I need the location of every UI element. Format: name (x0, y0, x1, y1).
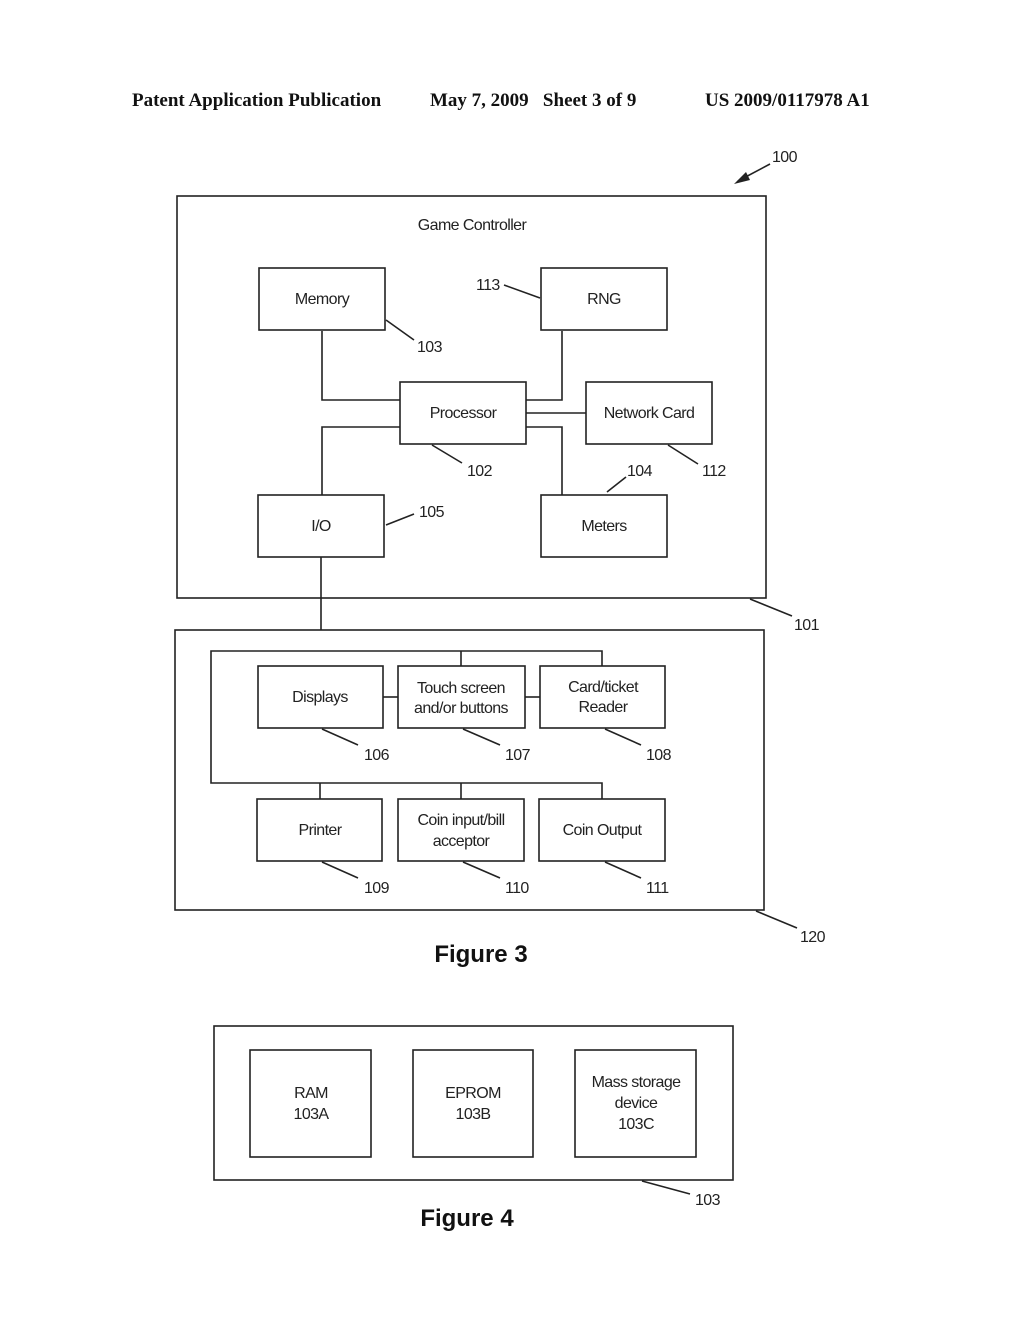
ref-110: 110 (505, 880, 529, 897)
coin-input-label-line2: acceptor (433, 833, 491, 850)
card-reader-label-line2: Reader (579, 699, 629, 716)
ref-113: 113 (476, 277, 500, 294)
ref-106: 106 (364, 747, 390, 764)
ref-100: 100 (772, 149, 798, 166)
eprom-ref: 103B (456, 1106, 491, 1123)
figure-3: 100 Game Controller 101 Memory 103 RNG 1… (174, 149, 826, 968)
touch-screen-label-line1: Touch screen (417, 680, 505, 697)
ref-101: 101 (794, 617, 820, 634)
mass-storage-label-line2: device (615, 1095, 658, 1112)
arrow-head-icon (734, 172, 750, 184)
patent-drawing: 100 Game Controller 101 Memory 103 RNG 1… (174, 149, 826, 1232)
coin-input-block (397, 798, 525, 862)
eprom-block (412, 1049, 534, 1158)
mass-storage-ref: 103C (618, 1116, 654, 1133)
ram-label: RAM (294, 1085, 328, 1102)
ref-103-fig4-leader (641, 1180, 691, 1195)
ref-105: 105 (419, 504, 445, 521)
processor-label: Processor (430, 405, 498, 422)
ref-104: 104 (627, 463, 653, 480)
io-label: I/O (311, 518, 331, 535)
ref-111: 111 (646, 880, 669, 897)
eprom-label: EPROM (445, 1085, 501, 1102)
figure-4-caption: Figure 4 (420, 1205, 514, 1232)
ref-107: 107 (505, 747, 531, 764)
ref-109: 109 (364, 880, 390, 897)
ram-ref: 103A (294, 1106, 330, 1123)
ref-101-leader (749, 598, 793, 617)
touch-screen-block (397, 665, 526, 729)
displays-label: Displays (292, 689, 348, 706)
ram-block (249, 1049, 372, 1158)
meters-label: Meters (581, 518, 627, 535)
coin-output-label: Coin Output (563, 822, 643, 839)
figure-4: 103 RAM 103A EPROM 103B Mass storage dev… (213, 1025, 734, 1232)
ref-103-fig4: 103 (695, 1192, 721, 1209)
ref-103: 103 (417, 339, 443, 356)
card-reader-label-line1: Card/ticket (568, 679, 639, 696)
ref-120: 120 (800, 929, 826, 946)
network-card-label: Network Card (604, 405, 695, 422)
coin-input-label-line1: Coin input/bill (417, 812, 504, 829)
ref-108: 108 (646, 747, 672, 764)
ref-112: 112 (702, 463, 726, 480)
game-controller-title: Game Controller (418, 217, 528, 234)
figure-3-caption: Figure 3 (434, 941, 527, 968)
rng-label: RNG (587, 291, 621, 308)
mass-storage-label-line1: Mass storage (592, 1074, 682, 1091)
touch-screen-label-line2: and/or buttons (414, 700, 508, 717)
card-reader-block (539, 665, 666, 729)
printer-label: Printer (299, 822, 343, 839)
ref-102: 102 (467, 463, 493, 480)
ref-120-leader (755, 910, 798, 929)
memory-label: Memory (295, 291, 350, 308)
